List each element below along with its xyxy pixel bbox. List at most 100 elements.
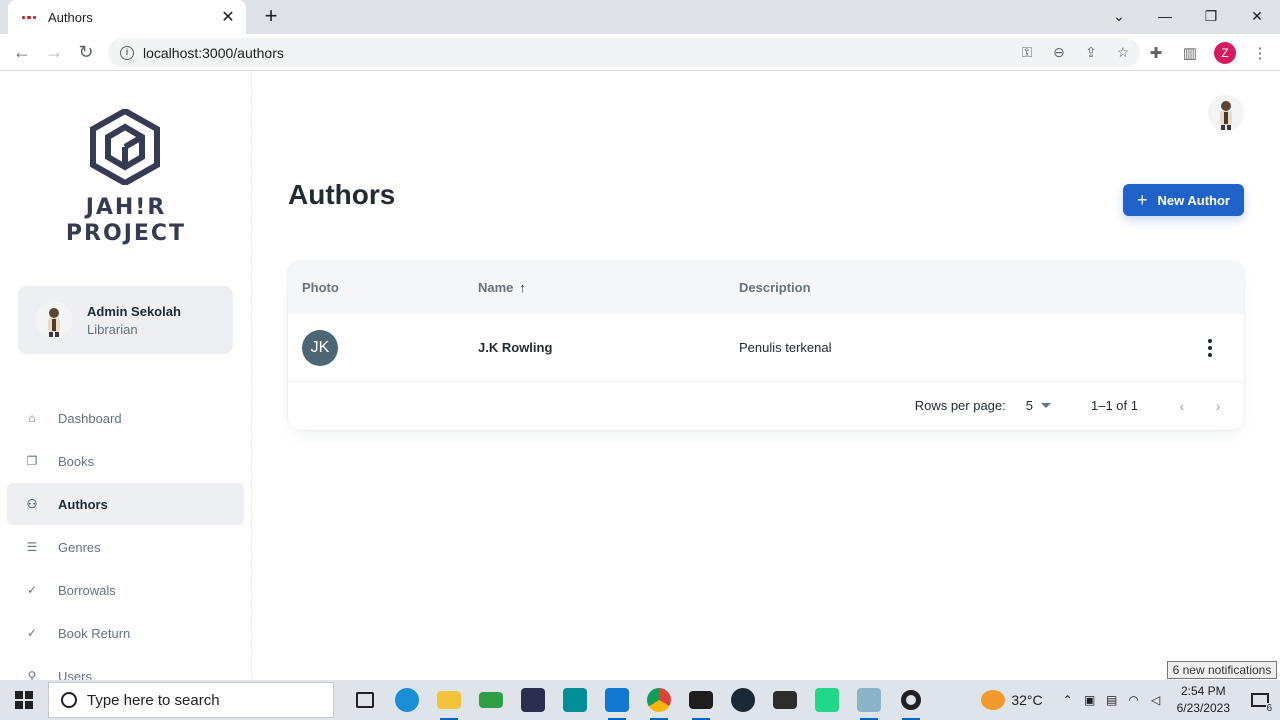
rows-per-page-select[interactable]: 5 <box>1026 398 1051 413</box>
column-header-name-label: Name <box>478 280 514 295</box>
notification-count: 6 <box>1266 703 1272 714</box>
notification-center-icon[interactable]: 6 <box>1240 680 1280 720</box>
avatar <box>36 302 72 338</box>
sidebar-item-borrowals[interactable]: ✓ Borrowals <box>7 569 244 611</box>
forward-button[interactable]: → <box>38 36 70 68</box>
edge-icon[interactable] <box>386 680 428 720</box>
weather-icon[interactable] <box>981 690 1006 710</box>
check-circle-icon: ✓ <box>26 583 38 597</box>
restore-button[interactable]: ❐ <box>1188 0 1234 32</box>
person-avatar-icon <box>36 302 72 338</box>
author-avatar: JK <box>302 329 338 366</box>
app-logo[interactable]: JAH!R PROJECT <box>54 109 198 249</box>
tab-close-icon[interactable]: ✕ <box>220 7 236 27</box>
page-title: Authors <box>288 179 396 210</box>
account-menu-avatar[interactable] <box>1208 95 1244 131</box>
chrome-icon[interactable] <box>638 680 680 720</box>
sidebar-item-label: Book Return <box>58 625 131 641</box>
menu-kebab-icon[interactable]: ⋮ <box>1250 44 1270 62</box>
column-header-photo: Photo <box>302 280 339 295</box>
logo-line-2: PROJECT <box>65 221 187 246</box>
next-page-button[interactable]: › <box>1204 398 1232 414</box>
column-header-description: Description <box>739 280 811 295</box>
side-panel-icon[interactable]: ▥ <box>1180 44 1200 62</box>
pycharm-icon[interactable] <box>806 680 848 720</box>
profile-avatar[interactable]: Z <box>1214 41 1236 64</box>
key-icon[interactable]: ⚿ <box>1018 44 1036 61</box>
tray-app-icon-2[interactable]: ▤ <box>1101 693 1123 707</box>
book-icon: ❐ <box>26 454 38 468</box>
column-header-name[interactable]: Name ↑ <box>478 280 739 295</box>
volume-icon[interactable]: ◁ <box>1145 693 1167 707</box>
sort-arrow-up-icon: ↑ <box>519 280 526 295</box>
home-icon: ⌂ <box>28 411 36 425</box>
sidebar-item-genres[interactable]: ☰ Genres <box>7 526 244 568</box>
logo-text: JAH!R PROJECT <box>54 195 198 247</box>
author-name: J.K Rowling <box>478 340 553 355</box>
clock[interactable]: 2:54 PM 6/23/2023 <box>1177 683 1230 717</box>
arduino-icon[interactable] <box>554 680 596 720</box>
pagination-range: 1–1 of 1 <box>1091 398 1138 413</box>
clock-time: 2:54 PM <box>1180 684 1226 698</box>
table-pagination: Rows per page: 5 1–1 of 1 ‹ › <box>288 382 1244 429</box>
terminal-icon[interactable] <box>680 680 722 720</box>
sidebar-item-dashboard[interactable]: ⌂ Dashboard <box>7 397 244 439</box>
taskbar-apps <box>344 680 932 720</box>
logo-line-1: JAH!R <box>85 195 167 220</box>
minimize-button[interactable]: — <box>1142 0 1188 32</box>
taskbar-search-placeholder: Type here to search <box>87 691 220 709</box>
new-author-button[interactable]: + New Author <box>1123 184 1244 216</box>
windows-logo-icon <box>15 691 33 709</box>
vscode-icon[interactable] <box>596 680 638 720</box>
sidebar-item-label: Books <box>58 453 95 469</box>
steam-icon[interactable] <box>722 680 764 720</box>
site-favicon-icon <box>22 14 36 20</box>
bookmark-star-icon[interactable]: ☆ <box>1114 44 1132 61</box>
share-icon[interactable]: ⇪ <box>1082 44 1100 61</box>
close-window-button[interactable]: ✕ <box>1234 0 1280 32</box>
list-icon: ☰ <box>26 540 38 554</box>
sidebar-item-books[interactable]: ❐ Books <box>7 440 244 482</box>
zoom-icon[interactable]: ⊖ <box>1050 44 1068 61</box>
extensions-icon[interactable]: ✚ <box>1146 44 1166 62</box>
plus-icon: + <box>1137 190 1148 210</box>
tab-search-icon[interactable]: ⌄ <box>1096 0 1142 32</box>
new-tab-button[interactable]: + <box>260 5 282 27</box>
tray-app-icon[interactable]: ▣ <box>1079 693 1101 707</box>
main-content: Authors + New Author Photo Name ↑ Descri… <box>252 71 1280 683</box>
sidebar-item-book-return[interactable]: ✓ Book Return <box>7 612 244 654</box>
caret-down-icon <box>1041 403 1051 408</box>
sidebar-item-label: Authors <box>58 496 108 512</box>
taskbar-search[interactable]: Type here to search <box>48 682 334 718</box>
more-vertical-icon[interactable] <box>1208 338 1212 357</box>
table-header: Photo Name ↑ Description <box>288 261 1244 314</box>
site-info-icon[interactable]: i <box>120 45 134 60</box>
weather-temperature[interactable]: 32°C <box>1011 692 1042 708</box>
green-app-icon[interactable] <box>470 680 512 720</box>
sidebar-item-users[interactable]: ⚲ Users <box>7 655 244 684</box>
users-icon: ⚇ <box>26 497 38 511</box>
settings-gear-icon[interactable] <box>890 680 932 720</box>
previous-page-button[interactable]: ‹ <box>1168 398 1196 414</box>
file-explorer-icon[interactable] <box>428 680 470 720</box>
show-hidden-icons-icon[interactable]: ⌃ <box>1057 693 1079 707</box>
notes-app-icon[interactable] <box>848 680 890 720</box>
start-button[interactable] <box>0 680 48 720</box>
task-view-icon[interactable] <box>344 680 386 720</box>
back-button[interactable]: ← <box>6 36 38 68</box>
person-avatar-icon <box>1208 95 1244 131</box>
clock-date: 6/23/2023 <box>1176 701 1230 715</box>
reload-button[interactable]: ↻ <box>70 36 102 68</box>
browser-tabbar: Authors ✕ + ⌄ — ❐ ✕ <box>0 0 1280 34</box>
table-row[interactable]: JK J.K Rowling Penulis terkenal <box>288 314 1244 382</box>
sidebar-item-authors[interactable]: ⚇ Authors <box>7 483 244 525</box>
browser-toolbar: ← → ↻ i localhost:3000/authors ⚿ ⊖ ⇪ ☆ ✚… <box>0 34 1280 71</box>
sidebar: JAH!R PROJECT Admin Sekolah Librarian ⌂ … <box>0 71 252 683</box>
url-text[interactable]: localhost:3000/authors <box>143 45 1140 61</box>
wifi-icon[interactable]: ◠ <box>1123 693 1145 707</box>
browser-tab[interactable]: Authors ✕ <box>8 0 246 34</box>
sidebar-item-label: Genres <box>58 539 101 555</box>
cmd-icon[interactable] <box>764 680 806 720</box>
devtoys-icon[interactable] <box>512 680 554 720</box>
address-bar[interactable]: i localhost:3000/authors ⚿ ⊖ ⇪ ☆ <box>108 38 1140 67</box>
